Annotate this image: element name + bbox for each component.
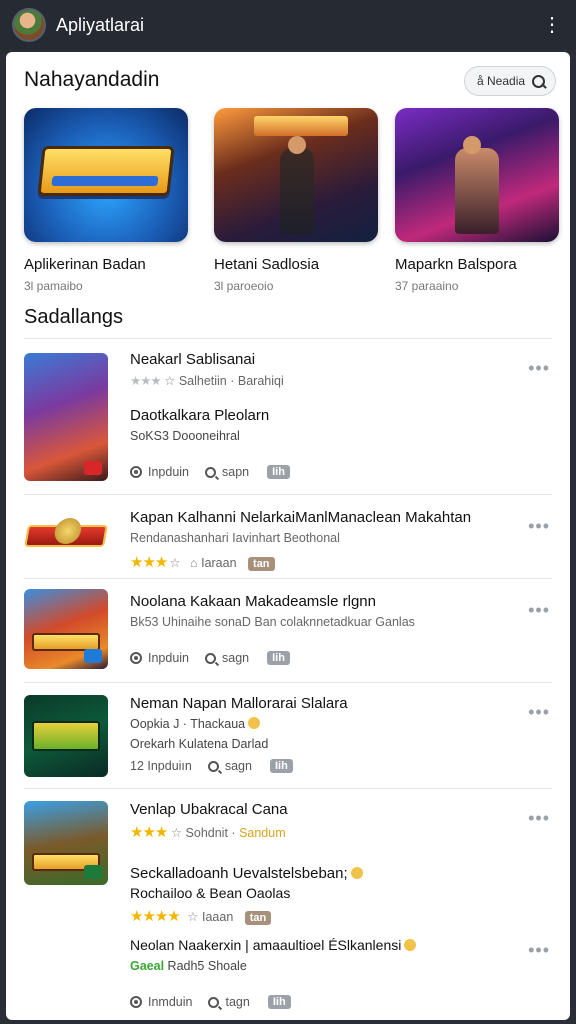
search-icon[interactable] (205, 466, 217, 478)
item-meta: Bk53 Uhinaihe sonaD Ban colaknnetadkuar … (130, 615, 415, 629)
item-title: Venlap Ubakracal Cana (130, 801, 288, 818)
card-subtitle: 3l paroeoio (214, 279, 274, 293)
list-item[interactable]: Noolana Kakaan Makadeamsle rlgnn Bk53 Uh… (24, 578, 552, 682)
app-bar: Apliyatlarai ⋮ (0, 0, 576, 50)
featured-card[interactable]: Aplikerinan Badan 3l pamaibo (24, 108, 188, 293)
view-icon[interactable] (130, 996, 142, 1008)
item-actions: Inmduin tagn Iih (130, 995, 291, 1009)
tag-pill[interactable]: Iih (267, 995, 291, 1009)
hero-figure (455, 136, 499, 234)
item-meta: Oopkia J · Thackaua (130, 717, 261, 731)
search-button[interactable]: å Neadia (464, 66, 556, 96)
item-rating: ★★★ ☆ ⌂ Iaraan tan (130, 553, 275, 571)
share-icon: ☆ (187, 910, 199, 924)
rating-stars: ★★★ (130, 374, 162, 388)
item-subline: Rochailoo & Bean Oaolas (130, 885, 291, 901)
star-outline-icon: ☆ (170, 826, 183, 840)
search-label: å Neadia (477, 74, 526, 88)
content-sheet: Nahayandadin å Neadia Aplikerinan Badan … (6, 52, 570, 1020)
more-options-icon[interactable]: ••• (528, 601, 550, 619)
game-thumbnail (24, 695, 108, 777)
featured-card[interactable]: Hetani Sadlosia 3l paroeoio (214, 108, 378, 293)
item-actions: Inpduin sapn Iih (130, 465, 290, 479)
app-title: Apliyatlarai (56, 14, 145, 35)
list-item[interactable]: Neakarl Sablisanai ★★★ ☆ Salhetiin · Bar… (24, 338, 552, 494)
section-heading: Sadallangs (24, 306, 123, 328)
game-logo (32, 721, 100, 751)
rating-stars: ★★★★ (130, 908, 181, 925)
game-artwork (395, 108, 559, 242)
game-logo (24, 525, 108, 547)
item-rating: ★★★★ ☆ Iaaan tan (130, 907, 272, 925)
list-item[interactable]: Neman Napan Mallorarai Slalara Oopkia J … (24, 682, 552, 788)
card-title: Maparkn Balspora (395, 256, 517, 273)
hero-figure (280, 136, 314, 234)
item-meta: ★★★ ☆ Salhetiin · Barahiqi (130, 374, 284, 388)
more-options-icon[interactable]: ••• (528, 809, 550, 827)
more-options-icon[interactable]: ••• (528, 941, 550, 959)
item-actions: 12 Inpduiın sagn Iih (130, 759, 293, 773)
search-icon[interactable] (205, 652, 217, 664)
item-title: Noolana Kakaan Makadeamsle rlgnn (130, 593, 376, 610)
item-meta: Rendanashanhari Iavinhart Beothonal (130, 531, 340, 545)
featured-card[interactable]: Maparkn Balspora 37 paraaino (395, 108, 559, 293)
badge-icon (84, 865, 102, 879)
item-line: Seckalladoanh Uevalstelsbeban; (130, 865, 363, 882)
card-subtitle: 3l pamaibo (24, 279, 83, 293)
search-icon[interactable] (207, 760, 219, 772)
avatar[interactable] (12, 8, 46, 42)
emoji-icon (404, 939, 417, 951)
game-logo (37, 146, 175, 196)
star-outline-icon: ☆ (169, 556, 181, 570)
rating-stars: ★★★ (130, 824, 168, 841)
item-meta: ★★★ ☆ Sohdnit · Sandum (130, 824, 286, 841)
featured-heading: Nahayandadin (24, 68, 160, 91)
search-icon (531, 74, 546, 89)
search-icon[interactable] (208, 996, 220, 1008)
badge-icon (84, 649, 102, 663)
view-icon[interactable] (130, 466, 142, 478)
item-line: Neolan Naakerxin | amaaultioel ÉSlkanlen… (130, 937, 417, 953)
more-options-icon[interactable]: ••• (528, 517, 550, 535)
game-thumbnail (24, 353, 108, 481)
list-item[interactable]: Kapan Kalhanni NelarkaiManlManaclean Mak… (24, 494, 552, 578)
tag-pill[interactable]: Iih (267, 465, 290, 479)
emoji-icon (350, 867, 363, 879)
item-subline: SoKS3 Doooneihral (130, 429, 240, 443)
share-icon: ⌂ (190, 556, 198, 570)
tag-pill[interactable]: tan (248, 557, 275, 571)
item-subline: Orekarh Kulatena Darlad (130, 737, 269, 751)
emoji-icon (248, 717, 261, 729)
item-title: Neman Napan Mallorarai Slalara (130, 695, 348, 712)
card-title: Aplikerinan Badan (24, 256, 146, 273)
tag-pill[interactable]: tan (244, 911, 272, 925)
game-artwork (214, 108, 378, 242)
item-actions: Inpduin sagn Iih (130, 651, 290, 665)
game-logo (254, 116, 348, 136)
rating-stars: ★★★ (130, 554, 168, 571)
item-line: Daotkalkara Pleolarn (130, 407, 270, 424)
item-subline: Gaeal Radh5 Shoale (130, 959, 247, 973)
tag-pill[interactable]: Iih (267, 651, 290, 665)
list-item[interactable]: Venlap Ubakracal Cana ★★★ ☆ Sohdnit · Sa… (24, 788, 552, 1020)
card-title: Hetani Sadlosia (214, 256, 320, 273)
item-title: Neakarl Sablisanai (130, 351, 256, 368)
game-artwork (24, 108, 188, 242)
badge-icon (84, 461, 102, 475)
overflow-menu-icon[interactable]: ⋮ (540, 15, 564, 35)
star-outline-icon: ☆ (164, 374, 176, 388)
more-options-icon[interactable]: ••• (528, 703, 550, 721)
game-thumbnail (24, 801, 108, 885)
game-thumbnail (24, 513, 108, 563)
view-icon[interactable] (130, 652, 142, 664)
tag-pill[interactable]: Iih (269, 759, 293, 773)
game-thumbnail (24, 589, 108, 669)
item-title: Kapan Kalhanni NelarkaiManlManaclean Mak… (130, 509, 472, 526)
card-subtitle: 37 paraaino (395, 279, 459, 293)
more-options-icon[interactable]: ••• (528, 359, 550, 377)
